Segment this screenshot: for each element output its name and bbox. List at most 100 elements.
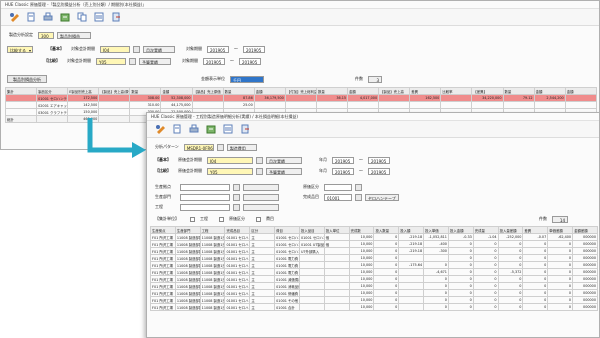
table-row[interactable]: F01 所沢工場11008 製造部製造課11008 製造1課01001 セロハン… bbox=[150, 303, 598, 311]
table-row[interactable]: 02001 エアキャップ 142,500 310.00 44,175,000 25.00 bbox=[4, 101, 598, 109]
column-header[interactable]: 金額 bbox=[347, 87, 380, 95]
table-cell bbox=[298, 289, 325, 297]
exit-tool-button[interactable] bbox=[109, 11, 122, 24]
column-header[interactable]: 数量 bbox=[502, 87, 535, 95]
document-tool-button[interactable] bbox=[24, 11, 37, 24]
column-header[interactable]: E製品別売上高 bbox=[67, 87, 100, 95]
compare-code-field[interactable]: Y05 bbox=[207, 167, 253, 175]
run-tool-button[interactable] bbox=[153, 123, 166, 136]
basic-lookup-button[interactable] bbox=[256, 156, 263, 164]
column-header[interactable]: 数量 bbox=[222, 87, 255, 95]
column-header[interactable]: 投入額 bbox=[398, 226, 425, 234]
column-header[interactable]: 投入量差額 bbox=[497, 226, 524, 234]
period2-from-field[interactable]: 201905 bbox=[203, 57, 225, 65]
cost-type-lookup-button[interactable] bbox=[355, 183, 362, 191]
dept-code-field[interactable] bbox=[180, 193, 230, 201]
column-header[interactable]: 【付加】売上総利益 bbox=[284, 87, 317, 95]
column-header[interactable]: 投入数量 bbox=[373, 226, 400, 234]
compare-to-field[interactable]: 201905 bbox=[368, 167, 390, 175]
column-header[interactable]: 【製品】売上高 bbox=[378, 87, 411, 95]
column-header[interactable]: 数量 bbox=[129, 87, 162, 95]
column-header[interactable]: 生産拠点 bbox=[150, 226, 176, 234]
process-code-field[interactable] bbox=[180, 203, 230, 211]
compare-lookup-button[interactable] bbox=[129, 57, 136, 65]
pattern-code-field[interactable]: 300 bbox=[38, 31, 54, 39]
compare-mode-select[interactable]: 比較する bbox=[7, 45, 33, 54]
table-row[interactable]: F01 所沢工場11008 製造部製造課11008 製造1課01001 セロハン… bbox=[150, 233, 598, 241]
option-checkbox[interactable] bbox=[256, 216, 261, 222]
column-header[interactable]: 投入金額 bbox=[447, 226, 474, 234]
period2-to-field[interactable]: 201905 bbox=[239, 57, 261, 65]
column-header[interactable]: 完成品目 bbox=[224, 226, 251, 234]
basic-code-field[interactable]: J04 bbox=[207, 156, 253, 164]
basic-from-field[interactable]: 201905 bbox=[332, 156, 354, 164]
column-header[interactable]: 差異 bbox=[409, 87, 442, 95]
option-checkbox[interactable] bbox=[219, 216, 224, 222]
column-header[interactable]: 【製品】売上高/原価 bbox=[98, 87, 131, 95]
period1-from-field[interactable]: 201905 bbox=[207, 45, 229, 53]
column-header[interactable]: 数量 bbox=[315, 87, 349, 95]
column-header[interactable]: 【製品】売上原価 bbox=[191, 87, 224, 95]
basic-code-field[interactable]: J04 bbox=[100, 45, 130, 53]
column-header[interactable]: 金額 bbox=[160, 87, 193, 95]
table-cell bbox=[298, 303, 325, 311]
table-row[interactable]: F01 所沢工場11008 製造部製造課11008 製造1課01001 セロハン… bbox=[150, 247, 598, 255]
export-tool-button[interactable] bbox=[58, 11, 71, 24]
site-lookup-button[interactable] bbox=[233, 183, 240, 191]
column-header[interactable]: 金額 bbox=[564, 87, 598, 95]
run-tool-button[interactable] bbox=[7, 11, 20, 24]
table-row[interactable]: F01 所沢工場11008 製造部製造課11008 製造1課01001 セロハン… bbox=[150, 296, 598, 304]
site-code-field[interactable] bbox=[180, 183, 230, 191]
product-lookup-button[interactable] bbox=[355, 193, 362, 201]
column-header[interactable]: 完成量 bbox=[472, 226, 499, 234]
dept-lookup-button[interactable] bbox=[233, 193, 240, 201]
column-header[interactable]: 区分 bbox=[249, 226, 276, 234]
column-header[interactable]: 金額差額 bbox=[572, 226, 598, 234]
table-row[interactable]: F01 所沢工場11008 製造部製造課11008 製造1課01001 セロハン… bbox=[150, 254, 598, 262]
list-tool-button[interactable] bbox=[221, 123, 234, 136]
pattern-lookup-button[interactable] bbox=[216, 143, 224, 151]
column-header[interactable]: 生産部門 bbox=[174, 226, 201, 234]
column-header[interactable]: 完成数 bbox=[348, 226, 375, 234]
table-row[interactable]: F01 所沢工場11008 製造部製造課11008 製造1課01001 セロハン… bbox=[150, 282, 598, 290]
table-row[interactable]: F01 所沢工場11008 製造部製造課11008 製造1課01001 セロハン… bbox=[150, 240, 598, 248]
compare-code-field[interactable]: Y05 bbox=[96, 57, 126, 65]
column-header[interactable]: 金額 bbox=[253, 87, 286, 95]
copy-tool-button[interactable] bbox=[75, 11, 88, 24]
basic-to-field[interactable]: 201905 bbox=[368, 156, 390, 164]
process-lookup-button[interactable] bbox=[233, 203, 240, 211]
column-header[interactable]: 工程 bbox=[199, 226, 226, 234]
column-header[interactable]: 製品区分 bbox=[36, 87, 69, 95]
analyze-button[interactable]: 製品別損益分析 bbox=[7, 75, 47, 83]
table-row[interactable]: F01 所沢工場11008 製造部製造課11008 製造1課01001 セロハン… bbox=[150, 268, 598, 276]
column-header[interactable]: 比較率 bbox=[440, 87, 473, 95]
basic-lookup-button[interactable] bbox=[133, 45, 140, 53]
table-row[interactable]: F01 所沢工場11008 製造部製造課11008 製造1課01001 セロハン… bbox=[150, 261, 598, 269]
column-header[interactable]: 金額 bbox=[533, 87, 566, 95]
unit-select[interactable]: 千円 bbox=[230, 75, 264, 83]
option-checkbox[interactable] bbox=[190, 216, 195, 222]
compare-lookup-button[interactable] bbox=[256, 167, 263, 175]
table-row[interactable]: F01 所沢工場11008 製造部製造課11008 製造1課01001 セロハン… bbox=[150, 275, 598, 283]
column-header[interactable]: 集計 bbox=[4, 87, 38, 95]
export-tool-button[interactable] bbox=[204, 123, 217, 136]
column-header[interactable]: 投入単位 bbox=[323, 226, 350, 234]
exit-tool-button[interactable] bbox=[238, 123, 251, 136]
document-tool-button[interactable] bbox=[170, 123, 183, 136]
table-row[interactable]: F01 所沢工場11008 製造部製造課11008 製造1課01001 セロハン… bbox=[150, 289, 598, 297]
period1-to-field[interactable]: 201905 bbox=[243, 45, 265, 53]
print-tool-button[interactable] bbox=[41, 11, 54, 24]
column-header[interactable]: 投入単価 bbox=[423, 226, 449, 234]
cost-type-field[interactable] bbox=[324, 183, 352, 191]
pattern-code-field[interactable]: MSDR1-0FR6 bbox=[183, 143, 214, 151]
print-tool-button[interactable] bbox=[187, 123, 200, 136]
column-header[interactable]: 単価差額 bbox=[547, 226, 574, 234]
column-header[interactable]: 【差異】 bbox=[471, 87, 504, 95]
compare-from-field[interactable]: 201905 bbox=[332, 167, 354, 175]
list-tool-button[interactable] bbox=[92, 11, 105, 24]
column-header[interactable]: 投入品目 bbox=[298, 226, 325, 234]
column-header[interactable]: 費目 bbox=[274, 226, 300, 234]
product-code-field[interactable]: 01001 bbox=[324, 193, 352, 201]
column-header[interactable]: 差異 bbox=[522, 226, 549, 234]
table-row[interactable]: 01001 セロハンテープ172,500 308.0052,308,000 87.8… bbox=[4, 94, 598, 102]
